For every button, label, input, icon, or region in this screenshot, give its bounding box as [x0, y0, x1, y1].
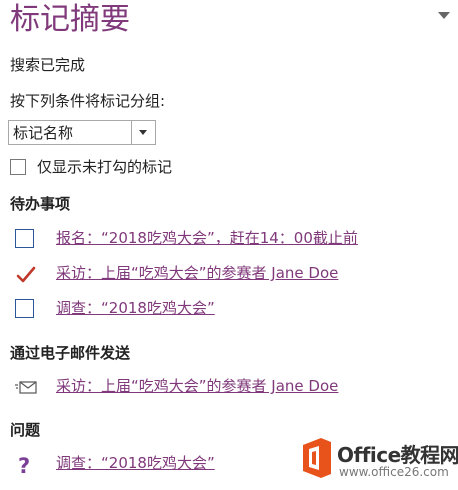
section-heading-todo: 待办事项 [10, 195, 71, 213]
show-unchecked-only-label: 仅显示未打勾的标记 [37, 158, 173, 176]
search-status: 搜索已完成 [10, 56, 86, 74]
group-by-select[interactable]: 标记名称 [8, 120, 156, 145]
pane-options-chevron-icon[interactable] [438, 12, 450, 19]
tag-item-link[interactable]: 采访：上届“吃鸡大会”的参赛者 Jane Doe [56, 375, 338, 397]
group-by-label: 按下列条件将标记分组: [10, 92, 166, 110]
todo-checkbox[interactable] [15, 229, 34, 248]
tag-item-link[interactable]: 报名：“2018吃鸡大会”，赶在14：00截止前 [56, 227, 358, 249]
group-by-selected-value: 标记名称 [13, 124, 74, 142]
checkbox-icon[interactable] [15, 299, 37, 321]
tag-item-link[interactable]: 调查：“2018吃鸡大会” [56, 452, 215, 474]
watermark-url: www.office26.com [339, 465, 449, 479]
show-unchecked-only-checkbox[interactable] [10, 159, 26, 175]
pane-title: 标记摘要 [10, 2, 130, 37]
watermark-title: Office教程网 [337, 443, 458, 467]
watermark-logo: Office教程网 www.office26.com [295, 435, 458, 485]
question-icon: ? [15, 454, 37, 478]
email-icon [15, 377, 37, 399]
section-heading-email: 通过电子邮件发送 [10, 344, 131, 362]
tag-summary-pane: 标记摘要 搜索已完成 按下列条件将标记分组: 标记名称 仅显示未打勾的标记 待办… [0, 0, 458, 490]
todo-checkbox[interactable] [15, 299, 34, 318]
tag-item-link[interactable]: 采访：上届“吃鸡大会”的参赛者 Jane Doe [56, 262, 338, 284]
office-logo-icon [295, 435, 339, 481]
tag-item-link[interactable]: 调查：“2018吃鸡大会” [56, 297, 215, 319]
dropdown-arrow-icon[interactable] [131, 121, 155, 144]
checkmark-icon[interactable] [15, 264, 37, 286]
section-heading-question: 问题 [10, 421, 41, 439]
checkbox-icon[interactable] [15, 229, 37, 251]
svg-text:?: ? [18, 454, 30, 478]
